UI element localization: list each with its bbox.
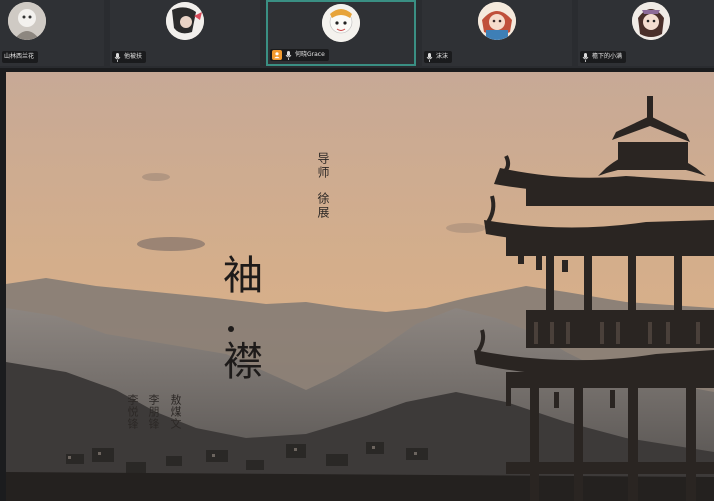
participant-tile-3[interactable]: 何晓Grace: [266, 0, 416, 66]
participant-name: 山林西兰花: [4, 53, 35, 60]
participant-namebar: 沫沫: [424, 51, 453, 63]
credit-name-3: 李悦锋: [126, 394, 139, 430]
participant-name: 檐下的小满: [592, 53, 623, 60]
participant-name: 沫沫: [436, 53, 449, 60]
participant-tile-2[interactable]: 他被扶: [110, 0, 260, 66]
shared-slide: 导师 徐展 袖 襟 敖煤文 李朋锋 李悦锋: [6, 72, 714, 501]
slide-background-landscape: [6, 72, 714, 501]
participant-namebar: 何晓Grace: [270, 49, 329, 61]
avatar: [166, 2, 204, 40]
mentor-name: 徐展: [316, 192, 330, 220]
slide-title-top: 袖: [216, 254, 262, 300]
participant-tile-1[interactable]: 山林西兰花: [0, 0, 104, 66]
microphone-icon: [285, 50, 292, 60]
participant-strip: 山林西兰花 他被扶 何晓Grace 沫沫 檐下的小满: [0, 0, 714, 68]
avatar: [478, 2, 516, 40]
participant-tile-5[interactable]: 檐下的小满: [578, 0, 714, 66]
title-separator-dot: [228, 326, 234, 332]
microphone-icon: [582, 52, 589, 62]
host-badge-icon: [272, 50, 282, 60]
microphone-icon: [426, 52, 433, 62]
avatar: [322, 4, 360, 42]
avatar: [8, 2, 46, 40]
credit-name-1: 敖煤文: [169, 394, 182, 430]
participant-name: 他被扶: [124, 53, 143, 60]
microphone-icon: [114, 52, 121, 62]
participant-tile-4[interactable]: 沫沫: [422, 0, 572, 66]
participant-namebar: 山林西兰花: [2, 51, 39, 63]
slide-title-bottom: 襟: [216, 340, 262, 386]
participant-name: 何晓Grace: [295, 51, 325, 58]
participant-namebar: 檐下的小满: [580, 51, 627, 63]
avatar: [632, 2, 670, 40]
mentor-label: 导师: [316, 152, 330, 180]
participant-namebar: 他被扶: [112, 51, 147, 63]
credit-name-2: 李朋锋: [147, 394, 160, 430]
